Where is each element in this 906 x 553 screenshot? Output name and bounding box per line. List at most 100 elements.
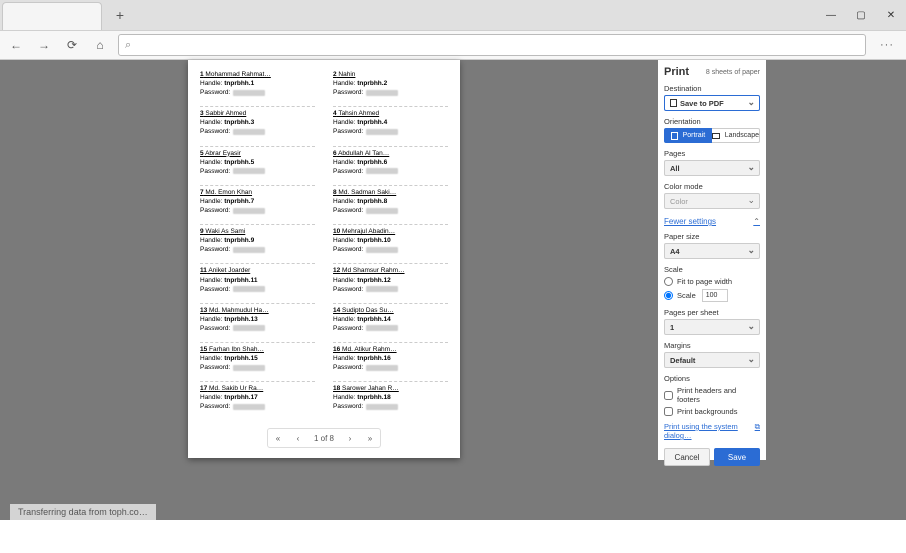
fit-width-radio[interactable]: Fit to page width	[664, 277, 760, 286]
entry-name: 16 Md. Atikur Rahm…	[333, 345, 448, 354]
refresh-button[interactable]: ⟳	[62, 35, 82, 55]
entry-handle: Handle: tnprbhh.7	[200, 197, 315, 206]
pager-last[interactable]: »	[360, 434, 380, 443]
portrait-button[interactable]: Portrait	[664, 128, 712, 143]
print-preview-area: 1 Mohammad Rahmat…Handle: tnprbhh.1Passw…	[0, 60, 648, 520]
credential-entry: 8 Md. Sadman Saki…Handle: tnprbhh.8Passw…	[333, 188, 448, 215]
entry-name: 10 Mehrajul Abadin…	[333, 227, 448, 236]
new-tab-button[interactable]: +	[106, 1, 134, 29]
options-label: Options	[664, 374, 760, 383]
status-bar: Transferring data from toph.co…	[10, 504, 156, 520]
pdf-icon	[670, 99, 677, 107]
entry-handle: Handle: tnprbhh.1	[200, 79, 315, 88]
blurred-password	[366, 90, 398, 96]
credential-entry: 6 Abdullah Al Tan…Handle: tnprbhh.6Passw…	[333, 149, 448, 176]
destination-label: Destination	[664, 84, 760, 93]
credential-entry: 9 Waki As SamiHandle: tnprbhh.9Password:	[200, 227, 315, 254]
entry-password: Password:	[200, 363, 315, 372]
entry-name: 9 Waki As Sami	[200, 227, 315, 236]
chevron-up-icon: ⌃	[753, 217, 760, 226]
entry-name: 2 Nahin	[333, 70, 448, 79]
entry-name: 12 Md Shamsur Rahm…	[333, 266, 448, 275]
entry-name: 11 Aniket Joarder	[200, 266, 315, 275]
scale-label: Scale	[664, 265, 760, 274]
credential-entry: 16 Md. Atikur Rahm…Handle: tnprbhh.16Pas…	[333, 345, 448, 372]
window-titlebar: + — ▢ ✕	[0, 0, 906, 30]
blurred-password	[366, 286, 398, 292]
headers-checkbox[interactable]: Print headers and footers	[664, 386, 760, 404]
blurred-password	[233, 365, 265, 371]
entry-name: 18 Sarower Jahan R…	[333, 384, 448, 393]
margins-label: Margins	[664, 341, 760, 350]
pages-per-sheet-label: Pages per sheet	[664, 308, 760, 317]
more-button[interactable]: ···	[874, 39, 900, 51]
credential-entry: 4 Tahsin AhmedHandle: tnprbhh.4Password:	[333, 109, 448, 136]
maximize-button[interactable]: ▢	[846, 0, 876, 30]
credential-entry: 2 NahinHandle: tnprbhh.2Password:	[333, 70, 448, 97]
entry-handle: Handle: tnprbhh.3	[200, 118, 315, 127]
entry-password: Password:	[200, 127, 315, 136]
credential-entry: 3 Sabbir AhmedHandle: tnprbhh.3Password:	[200, 109, 315, 136]
pages-select[interactable]: All	[664, 160, 760, 176]
home-button[interactable]: ⌂	[90, 35, 110, 55]
blurred-password	[233, 404, 265, 410]
landscape-icon	[712, 133, 720, 139]
entry-password: Password:	[333, 245, 448, 254]
pages-per-sheet-select[interactable]: 1	[664, 319, 760, 335]
address-bar[interactable]: ⌕	[118, 34, 866, 56]
pager-next[interactable]: ›	[340, 434, 360, 443]
credential-entry: 12 Md Shamsur Rahm…Handle: tnprbhh.12Pas…	[333, 266, 448, 293]
fewer-settings-toggle[interactable]: Fewer settings⌃	[664, 217, 760, 226]
entry-password: Password:	[333, 88, 448, 97]
credential-entry: 7 Md. Emon KhanHandle: tnprbhh.7Password…	[200, 188, 315, 215]
system-dialog-link[interactable]: Print using the system dialog…⧉	[664, 422, 760, 440]
pager-prev[interactable]: ‹	[288, 434, 308, 443]
scale-radio[interactable]: Scale100	[664, 289, 760, 302]
entry-handle: Handle: tnprbhh.8	[333, 197, 448, 206]
print-title: Print	[664, 66, 689, 78]
blurred-password	[233, 90, 265, 96]
print-settings-panel: Print 8 sheets of paper Destination Save…	[658, 60, 766, 460]
orientation-label: Orientation	[664, 117, 760, 126]
entry-name: 5 Abrar Eyasir	[200, 149, 315, 158]
destination-select[interactable]: Save to PDF	[664, 95, 760, 111]
entry-handle: Handle: tnprbhh.16	[333, 354, 448, 363]
landscape-button[interactable]: Landscape	[712, 128, 760, 143]
forward-button[interactable]: →	[34, 35, 54, 55]
cancel-button[interactable]: Cancel	[664, 448, 710, 466]
margins-select[interactable]: Default	[664, 352, 760, 368]
entry-password: Password:	[333, 402, 448, 411]
pager-first[interactable]: «	[268, 434, 288, 443]
blurred-password	[366, 247, 398, 253]
paper-size-select[interactable]: A4	[664, 243, 760, 259]
entry-password: Password:	[200, 285, 315, 294]
back-button[interactable]: ←	[6, 35, 26, 55]
credential-entry: 15 Farhan Ibn Shah…Handle: tnprbhh.15Pas…	[200, 345, 315, 372]
browser-tab[interactable]	[2, 2, 102, 30]
preview-pager: « ‹ 1 of 8 › »	[267, 428, 381, 448]
close-button[interactable]: ✕	[876, 0, 906, 30]
blurred-password	[366, 168, 398, 174]
entry-password: Password:	[200, 402, 315, 411]
credential-entry: 17 Md. Sakib Ur Ra…Handle: tnprbhh.17Pas…	[200, 384, 315, 411]
blurred-password	[366, 365, 398, 371]
blurred-password	[366, 404, 398, 410]
entry-password: Password:	[200, 167, 315, 176]
blurred-password	[366, 325, 398, 331]
paper-size-label: Paper size	[664, 232, 760, 241]
scale-input[interactable]: 100	[702, 289, 728, 302]
credential-entry: 14 Sudipto Das Su…Handle: tnprbhh.14Pass…	[333, 306, 448, 333]
preview-page: 1 Mohammad Rahmat…Handle: tnprbhh.1Passw…	[188, 60, 460, 458]
entry-handle: Handle: tnprbhh.18	[333, 393, 448, 402]
minimize-button[interactable]: —	[816, 0, 846, 30]
backgrounds-checkbox[interactable]: Print backgrounds	[664, 407, 760, 416]
save-button[interactable]: Save	[714, 448, 760, 466]
color-mode-select[interactable]: Color	[664, 193, 760, 209]
entry-handle: Handle: tnprbhh.9	[200, 236, 315, 245]
entry-name: 13 Md. Mahmudul Ha…	[200, 306, 315, 315]
entry-password: Password:	[333, 167, 448, 176]
blurred-password	[233, 129, 265, 135]
pages-label: Pages	[664, 149, 760, 158]
blurred-password	[233, 286, 265, 292]
entry-name: 6 Abdullah Al Tan…	[333, 149, 448, 158]
